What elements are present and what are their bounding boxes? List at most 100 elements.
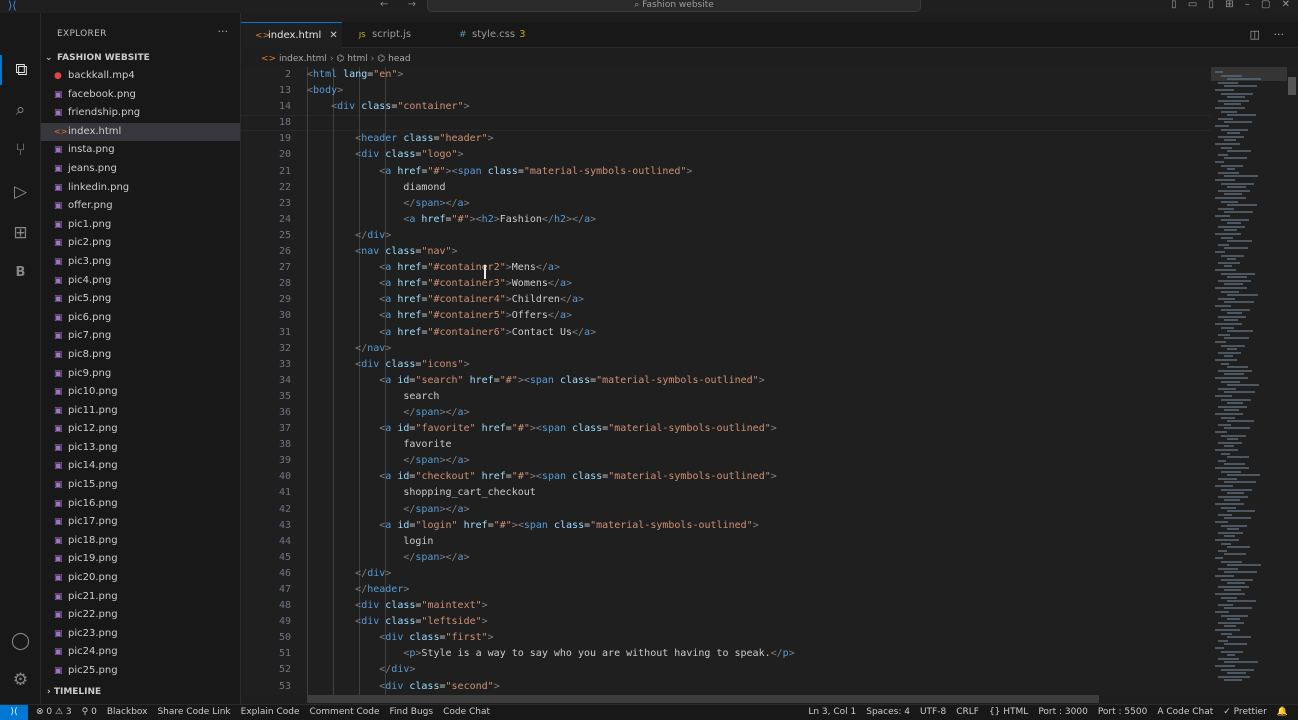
image-file-icon: ▣ [54, 461, 63, 472]
layout-icon[interactable]: ⊞ [1225, 0, 1233, 10]
search-view-icon[interactable]: ⌕ [0, 95, 41, 125]
line-number: 18 [278, 117, 291, 129]
file-item-pic8-png[interactable]: ▣ pic8.png [41, 346, 240, 365]
file-item-pic12-png[interactable]: ▣ pic12.png [41, 420, 240, 439]
toggle-secondary-sidebar-icon[interactable]: ▯ [1209, 0, 1215, 10]
extensions-icon[interactable]: ⊞ [0, 218, 41, 248]
file-item-pic21-png[interactable]: ▣ pic21.png [41, 588, 240, 607]
settings-gear-icon[interactable]: ⚙ [0, 665, 41, 695]
file-item-pic9-png[interactable]: ▣ pic9.png [41, 365, 240, 384]
timeline-label: TIMELINE [53, 687, 102, 697]
file-item-pic2-png[interactable]: ▣ pic2.png [41, 234, 240, 253]
explorer-icon[interactable]: ⧉ [0, 55, 41, 85]
minimap[interactable] [1211, 67, 1298, 695]
file-item-friendship-png[interactable]: ▣ friendship.png [41, 104, 240, 123]
blackbox-extension-icon[interactable]: B [0, 258, 41, 288]
status-item[interactable]: ⊗ 0 ⚠ 3 [36, 707, 72, 717]
file-item-pic23-png[interactable]: ▣ pic23.png [41, 625, 240, 644]
file-label: pic22.png [68, 609, 118, 621]
status-item[interactable]: Comment Code [310, 707, 380, 717]
minimap-line [1218, 639, 1228, 642]
file-item-pic24-png[interactable]: ▣ pic24.png [41, 643, 240, 662]
file-item-pic15-png[interactable]: ▣ pic15.png [41, 476, 240, 495]
file-item-pic3-png[interactable]: ▣ pic3.png [41, 253, 240, 272]
breadcrumb-html[interactable]: html [347, 54, 368, 64]
close-tab-icon[interactable]: ✕ [329, 30, 337, 41]
file-item-pic16-png[interactable]: ▣ pic16.png [41, 495, 240, 514]
status-item[interactable]: {} HTML [989, 707, 1028, 717]
forward-icon[interactable]: → [408, 0, 416, 10]
minimap-line [1218, 423, 1231, 426]
minimap-line [1218, 531, 1243, 534]
tab-style-css[interactable]: # style.css 3 [445, 22, 549, 48]
minimize-icon[interactable]: – [1245, 0, 1250, 10]
code-line: <nav class="nav"> [355, 246, 458, 258]
file-item-pic25-png[interactable]: ▣ pic25.png [41, 662, 240, 681]
file-item-backkall-mp4[interactable]: ● backkall.mp4 [41, 67, 240, 86]
status-item[interactable]: ⚲ 0 [82, 707, 97, 717]
code-line: <div class="logo"> [355, 149, 464, 161]
status-item[interactable]: Find Bugs [390, 707, 434, 717]
split-editor-icon[interactable]: ◫ [1250, 28, 1260, 41]
file-item-pic1-png[interactable]: ▣ pic1.png [41, 216, 240, 235]
remote-indicator-icon[interactable]: ⟩⟨ [0, 705, 28, 720]
maximize-icon[interactable]: ▢ [1261, 0, 1270, 10]
status-item[interactable]: Code Chat [443, 707, 490, 717]
run-debug-icon[interactable]: ▷ [0, 177, 41, 207]
minimap-line [1215, 233, 1241, 235]
close-window-icon[interactable]: ✕ [1282, 0, 1290, 10]
file-item-jeans-png[interactable]: ▣ jeans.png [41, 160, 240, 179]
status-item[interactable]: A Code Chat [1157, 707, 1213, 717]
status-item[interactable]: Port : 3000 [1038, 707, 1088, 717]
status-item[interactable]: Port : 5500 [1098, 707, 1148, 717]
horizontal-scrollbar[interactable] [307, 695, 1099, 703]
status-item[interactable]: Explain Code [241, 707, 300, 717]
file-item-linkedin-png[interactable]: ▣ linkedin.png [41, 179, 240, 198]
file-item-pic6-png[interactable]: ▣ pic6.png [41, 309, 240, 328]
more-actions-icon[interactable]: ··· [218, 25, 229, 38]
file-item-pic5-png[interactable]: ▣ pic5.png [41, 290, 240, 309]
js-file-icon: JS [359, 31, 366, 39]
tab-script-js[interactable]: JS script.js [345, 22, 441, 48]
source-control-icon[interactable]: ⑂ [0, 135, 41, 165]
breadcrumb-head[interactable]: head [388, 54, 410, 64]
command-center-search[interactable]: ⌕ Fashion website [427, 0, 921, 12]
status-item[interactable]: CRLF [956, 707, 979, 717]
line-number: 40 [278, 471, 291, 483]
breadcrumb-file[interactable]: index.html [279, 54, 327, 64]
file-item-offer-png[interactable]: ▣ offer.png [41, 197, 240, 216]
vertical-scrollbar[interactable] [1288, 77, 1296, 95]
status-item[interactable]: ✓ Prettier [1223, 707, 1267, 717]
code-editor[interactable]: 2 13 14 18 19 20 21 22 23 24 25 26 27 28 29 30 31 32 33 34 3… [241, 67, 1211, 695]
status-item[interactable]: Share Code Link [157, 707, 230, 717]
file-item-pic4-png[interactable]: ▣ pic4.png [41, 272, 240, 291]
file-item-pic20-png[interactable]: ▣ pic20.png [41, 569, 240, 588]
workspace-folder[interactable]: ⌄ FASHION WEBSITE [45, 53, 150, 63]
file-item-insta-png[interactable]: ▣ insta.png [41, 141, 240, 160]
tab-index-html[interactable]: <>index.html ✕ [241, 22, 342, 48]
file-item-pic14-png[interactable]: ▣ pic14.png [41, 457, 240, 476]
toggle-sidebar-icon[interactable]: ▯ [1171, 0, 1177, 10]
file-item-pic22-png[interactable]: ▣ pic22.png [41, 606, 240, 625]
file-item-pic18-png[interactable]: ▣ pic18.png [41, 532, 240, 551]
status-item[interactable]: UTF-8 [920, 707, 946, 717]
code-line: <div class="first"> [379, 632, 494, 644]
status-item[interactable]: Blackbox [107, 707, 148, 717]
file-item-pic7-png[interactable]: ▣ pic7.png [41, 327, 240, 346]
more-icon[interactable]: ··· [1274, 28, 1285, 41]
file-item-pic19-png[interactable]: ▣ pic19.png [41, 550, 240, 569]
file-label: pic24.png [68, 646, 118, 658]
status-item[interactable]: 🔔 [1277, 707, 1288, 717]
status-item[interactable]: Ln 3, Col 1 [808, 707, 856, 717]
file-item-pic11-png[interactable]: ▣ pic11.png [41, 402, 240, 421]
toggle-panel-icon[interactable]: ▭ [1188, 0, 1197, 10]
back-icon[interactable]: ← [380, 0, 388, 10]
file-item-pic13-png[interactable]: ▣ pic13.png [41, 439, 240, 458]
file-item-facebook-png[interactable]: ▣ facebook.png [41, 86, 240, 105]
file-item-pic17-png[interactable]: ▣ pic17.png [41, 513, 240, 532]
file-item-index-html[interactable]: <>index.html [41, 122, 240, 142]
status-item[interactable]: Spaces: 4 [866, 707, 910, 717]
timeline-section[interactable]: › TIMELINE [47, 687, 101, 697]
accounts-icon[interactable]: ◯ [0, 626, 41, 656]
file-item-pic10-png[interactable]: ▣ pic10.png [41, 383, 240, 402]
